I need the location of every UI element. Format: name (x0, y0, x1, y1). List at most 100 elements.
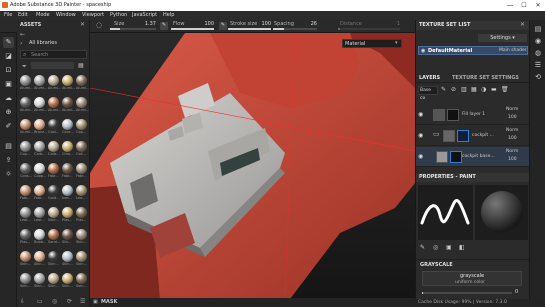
texture-set-shader[interactable]: Main shader (499, 48, 527, 53)
material-thumbnail[interactable]: Fabr... (48, 163, 62, 184)
material-thumbnail[interactable]: Alumi... (48, 75, 62, 96)
material-thumbnail[interactable]: Silv... (62, 229, 76, 250)
material-thumbnail[interactable]: Rubb... (34, 229, 48, 250)
material-thumbnail[interactable]: Skin... (76, 273, 90, 294)
grayscale-value-slider[interactable] (422, 292, 512, 294)
eraser-icon[interactable]: ◪ (3, 51, 14, 62)
menu-help[interactable]: Help (163, 12, 174, 18)
add-folder-icon[interactable]: ▬ (491, 86, 497, 93)
back-arrow-icon[interactable]: ← (20, 31, 25, 38)
size-slider[interactable] (110, 28, 156, 30)
material-thumbnail[interactable]: Chro... (62, 141, 76, 162)
menu-javascript[interactable]: JavaScript (132, 12, 157, 18)
material-thumbnail[interactable]: Lea... (76, 185, 90, 206)
material-thumbnail[interactable]: Skin... (76, 251, 90, 272)
filter-bar[interactable] (31, 62, 74, 69)
spacing-slider[interactable] (273, 28, 317, 30)
material-thumbnail[interactable]: Conc... (62, 119, 76, 140)
layer-row-selected[interactable]: ◉ cockpit base... Norm 100 (416, 147, 530, 167)
export-icon[interactable]: ⇪ (3, 155, 14, 166)
material-thumbnail[interactable]: Fabr... (62, 163, 76, 184)
menu-python[interactable]: Python (110, 12, 127, 18)
filter-icon[interactable]: ⏷ (22, 63, 27, 71)
shader-settings-icon[interactable]: ◍ (533, 48, 543, 58)
material-thumbnail[interactable]: Sand... (48, 229, 62, 250)
viewport-channel-select[interactable]: Material ▾ (342, 39, 402, 48)
material-thumbnail[interactable]: Skin... (48, 251, 62, 272)
layer-name[interactable]: Fill layer 1 (462, 112, 485, 117)
layer-row[interactable]: ◉ Fill layer 1 Norm 100 (416, 105, 530, 125)
menu-viewport[interactable]: Viewport (82, 12, 104, 18)
add-mask-icon[interactable]: ⊘ (451, 86, 456, 93)
paint-brush-icon[interactable]: ✎ (3, 37, 14, 48)
color-picker-icon[interactable]: ✐ (3, 121, 14, 132)
add-fill-layer-icon[interactable]: ▥ (461, 86, 467, 93)
grayscale-resource[interactable]: grayscale uniform color (422, 271, 522, 286)
layer-row[interactable]: ◉ ▭ cockpit ... Norm 100 (416, 126, 530, 146)
material-thumbnail[interactable]: Alumi... (20, 119, 34, 140)
distance-slider[interactable] (338, 28, 400, 30)
stroke-size-value[interactable]: 100 (255, 21, 271, 27)
pen-pressure-icon[interactable]: ✎ (160, 22, 168, 30)
spacing-value[interactable]: 26 (301, 21, 317, 27)
mask-icon[interactable]: ▣ (93, 299, 98, 305)
add-mask-layer-icon[interactable]: ◑ (481, 86, 486, 93)
layer-blend-mode[interactable]: Norm (506, 149, 518, 154)
material-thumbnail[interactable]: Plas... (76, 207, 90, 228)
material-thumbnail[interactable]: Alumi... (76, 75, 90, 96)
display-settings-icon[interactable]: ☼ (3, 169, 14, 180)
asset-search-box[interactable]: ⌕ Search (20, 50, 87, 59)
texture-set-settings-dropdown[interactable]: Settings ▾ (478, 34, 527, 42)
material-thumbnail[interactable]: Skin... (76, 229, 90, 250)
material-thumbnail[interactable]: Skin... (20, 273, 34, 294)
import-icon[interactable]: ⇩ (20, 298, 25, 305)
refresh-icon[interactable]: ⟳ (67, 298, 72, 305)
eye-icon[interactable]: ◉ (418, 153, 423, 160)
material-thumbnail[interactable]: Skin... (48, 273, 62, 294)
material-thumbnail[interactable]: Coll... (76, 141, 90, 162)
material-thumbnail[interactable]: Skin... (34, 251, 48, 272)
material-thumbnail[interactable]: Alumi... (20, 75, 34, 96)
material-thumbnail[interactable]: Copp... (34, 163, 48, 184)
menu-edit[interactable]: Edit (18, 12, 28, 18)
eye-icon[interactable]: ◉ (421, 48, 425, 54)
eye-icon[interactable]: ◉ (418, 132, 423, 139)
stroke-size-slider[interactable] (228, 28, 271, 30)
texture-set-settings-tab[interactable]: TEXTURE SET SETTINGS (452, 74, 519, 83)
alpha-tab-icon[interactable]: ◎ (433, 244, 438, 251)
texture-set-item[interactable]: ◉ DefaultMaterial Main shader (418, 46, 528, 55)
flow-slider[interactable] (171, 28, 214, 30)
maximize-button[interactable]: ☐ (517, 0, 531, 11)
assets-settings-icon[interactable]: ☰ (80, 298, 85, 305)
eye-icon[interactable]: ◉ (418, 111, 423, 118)
material-tab-icon[interactable]: ◧ (459, 244, 465, 251)
stencil-tab-icon[interactable]: ▣ (446, 244, 452, 251)
material-thumbnail[interactable]: Nick... (48, 207, 62, 228)
size-value[interactable]: 1.37 (140, 21, 156, 27)
smudge-icon[interactable]: ☁ (3, 93, 14, 104)
material-thumbnail[interactable]: Alumi... (48, 97, 62, 118)
layer-opacity[interactable]: 100 (508, 136, 517, 141)
material-thumbnail[interactable]: Carb... (48, 141, 62, 162)
material-thumbnail[interactable]: Bronz... (34, 119, 48, 140)
bake-icon[interactable]: ▤ (3, 141, 14, 152)
material-thumbnail[interactable]: Cons... (20, 163, 34, 184)
material-thumbnail[interactable]: Alumi... (76, 97, 90, 118)
add-paint-layer-icon[interactable]: ▦ (471, 86, 477, 93)
flow-value[interactable]: 100 (198, 21, 214, 27)
layer-name[interactable]: cockpit ... (472, 133, 494, 138)
material-thumbnail[interactable]: Skin... (62, 273, 76, 294)
material-thumbnail[interactable]: Iron... (62, 185, 76, 206)
material-thumbnail[interactable]: Alumi... (34, 75, 48, 96)
distance-value[interactable]: 1 (390, 21, 400, 27)
material-thumbnail[interactable]: Cop... (20, 141, 34, 162)
menu-file[interactable]: File (4, 12, 12, 18)
material-thumbnail[interactable]: Alumi... (34, 97, 48, 118)
material-thumbnail[interactable]: Skin... (20, 251, 34, 272)
material-thumbnail[interactable]: Plas... (62, 207, 76, 228)
material-thumbnail[interactable]: Carb... (34, 141, 48, 162)
material-thumbnail[interactable]: Skin... (34, 273, 48, 294)
material-thumbnail[interactable]: Skin... (62, 251, 76, 272)
channel-select[interactable]: Base co (418, 86, 438, 101)
material-thumbnail[interactable]: Alumi... (62, 75, 76, 96)
